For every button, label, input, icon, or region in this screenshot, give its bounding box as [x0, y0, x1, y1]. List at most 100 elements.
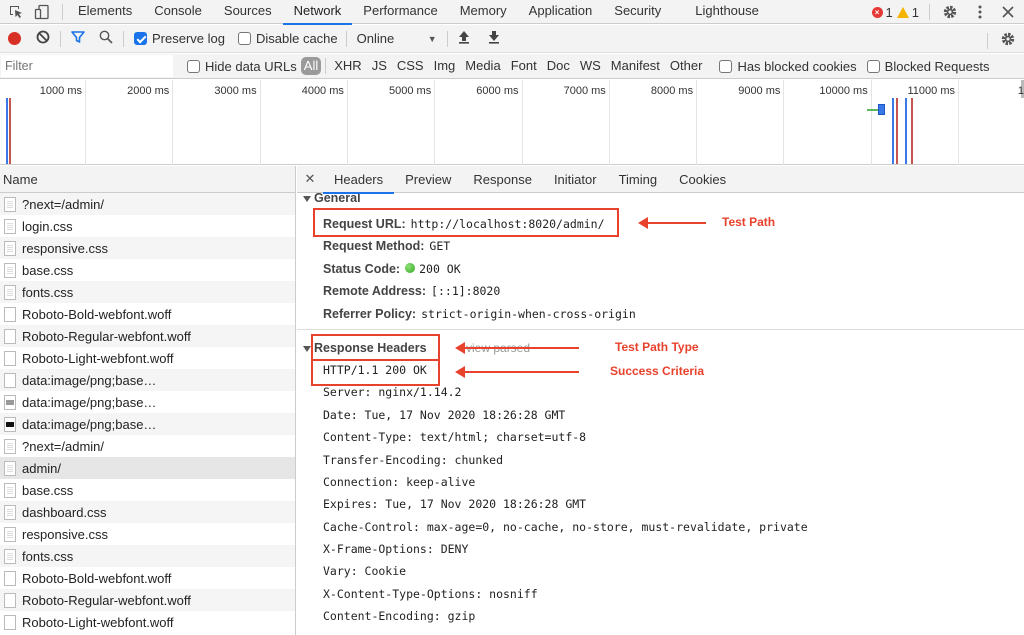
request-row[interactable]: Roboto-Regular-webfont.woff: [0, 589, 295, 611]
details-tab-response[interactable]: Response: [462, 166, 543, 193]
document-file-icon: [4, 526, 16, 542]
request-row[interactable]: base.css: [0, 479, 295, 501]
divider: [929, 4, 930, 20]
request-name: base.css: [22, 482, 74, 498]
request-row[interactable]: base.css: [0, 259, 295, 281]
request-row[interactable]: admin/: [0, 457, 295, 479]
tab-security[interactable]: Security: [603, 0, 672, 24]
type-filter-manifest[interactable]: Manifest: [606, 57, 665, 75]
request-row[interactable]: data:image/png;base…: [0, 413, 295, 435]
type-filter-ws[interactable]: WS: [575, 57, 606, 75]
type-filter-all[interactable]: All: [300, 57, 322, 75]
general-section-header[interactable]: General: [297, 192, 1024, 205]
divider: [123, 30, 124, 47]
divider: [987, 32, 988, 49]
filter-icon[interactable]: [71, 30, 85, 47]
has-blocked-cookies-checkbox[interactable]: [719, 59, 733, 73]
type-filter-other[interactable]: Other: [665, 57, 708, 75]
blocked-requests-checkbox[interactable]: [866, 59, 880, 73]
request-row[interactable]: fonts.css: [0, 281, 295, 303]
warning-count[interactable]: 1: [912, 5, 919, 20]
timeline-gridline: [958, 80, 959, 165]
request-row[interactable]: Roboto-Regular-webfont.woff: [0, 325, 295, 347]
timeline-tick-label: 6000 ms: [476, 85, 519, 97]
type-filter-font[interactable]: Font: [506, 57, 542, 75]
response-header-text: Transfer-Encoding: chunked: [323, 452, 504, 467]
export-har-icon[interactable]: [488, 30, 500, 47]
type-filter-css[interactable]: CSS: [392, 57, 429, 75]
type-filter-doc[interactable]: Doc: [542, 57, 575, 75]
request-row[interactable]: login.css: [0, 215, 295, 237]
column-header-name[interactable]: Name: [0, 166, 295, 193]
tab-memory[interactable]: Memory: [449, 0, 518, 24]
disable-cache-checkbox[interactable]: [237, 32, 251, 45]
request-row[interactable]: responsive.css: [0, 523, 295, 545]
kebab-menu-icon[interactable]: [970, 2, 990, 22]
gear-icon[interactable]: [940, 2, 960, 22]
tab-console[interactable]: Console: [143, 0, 213, 24]
timeline-overview[interactable]: 1000 ms 2000 ms 3000 ms 4000 ms 5000 ms 6000 …: [0, 80, 1024, 165]
request-row[interactable]: data:image/png;base…: [0, 391, 295, 413]
request-row[interactable]: Roboto-Light-webfont.woff: [0, 611, 295, 633]
details-tab-timing[interactable]: Timing: [608, 166, 669, 193]
throttling-value: Online: [356, 31, 395, 46]
request-row[interactable]: Roboto-Light-webfont.woff: [0, 347, 295, 369]
response-header-text: Connection: keep-alive: [323, 474, 476, 489]
details-tab-preview[interactable]: Preview: [394, 166, 462, 193]
preserve-log-checkbox[interactable]: [134, 32, 147, 45]
disable-cache-label[interactable]: Disable cache: [256, 31, 338, 46]
close-icon[interactable]: ✕: [297, 171, 323, 187]
clear-icon[interactable]: [36, 30, 50, 47]
import-har-icon[interactable]: [458, 30, 470, 47]
throttling-select[interactable]: Online ▼: [357, 31, 437, 46]
file-icon: [4, 614, 16, 630]
request-name: Roboto-Light-webfont.woff: [22, 614, 174, 630]
request-name: fonts.css: [22, 284, 74, 300]
timeline-tick-label: 11000 ms: [907, 85, 956, 97]
has-blocked-cookies-label[interactable]: Has blocked cookies: [737, 59, 856, 74]
document-file-icon: [4, 218, 16, 234]
request-row[interactable]: fonts.css: [0, 545, 295, 567]
request-waterfall-bar: [878, 104, 885, 115]
warning-icon[interactable]: [896, 6, 909, 18]
tab-performance[interactable]: Performance: [352, 0, 448, 24]
filter-input[interactable]: [1, 55, 173, 77]
response-header-row: Cache-Control: max-age=0, no-cache, no-s…: [297, 516, 1024, 538]
type-filter-media[interactable]: Media: [460, 57, 505, 75]
hide-data-urls-label[interactable]: Hide data URLs: [205, 59, 297, 74]
details-tab-cookies[interactable]: Cookies: [668, 166, 737, 193]
tab-lighthouse[interactable]: Lighthouse: [684, 0, 770, 24]
tab-elements[interactable]: Elements: [67, 0, 143, 24]
tab-application[interactable]: Application: [518, 0, 604, 24]
inspect-element-icon[interactable]: [6, 2, 26, 22]
remote-address-row: Remote Address: [::1]:8020: [297, 280, 1024, 302]
gear-icon[interactable]: [1000, 31, 1016, 50]
type-filter-img[interactable]: Img: [429, 57, 461, 75]
request-row[interactable]: data:image/png;base…: [0, 369, 295, 391]
tab-network[interactable]: Network: [282, 0, 353, 25]
error-icon[interactable]: ×: [871, 6, 883, 18]
timeline-gridline: [870, 80, 872, 165]
type-filter-js[interactable]: JS: [367, 57, 392, 75]
preserve-log-label[interactable]: Preserve log: [152, 31, 225, 46]
image-file-icon: [4, 394, 16, 410]
record-icon[interactable]: [8, 32, 21, 45]
request-name: ?next=/admin/: [22, 438, 105, 454]
request-row[interactable]: dashboard.css: [0, 501, 295, 523]
tab-sources[interactable]: Sources: [213, 0, 283, 24]
details-tab-headers[interactable]: Headers: [323, 166, 395, 194]
error-count[interactable]: 1: [886, 5, 893, 20]
request-row[interactable]: Roboto-Bold-webfont.woff: [0, 303, 295, 325]
close-icon[interactable]: [998, 2, 1018, 22]
request-row[interactable]: Roboto-Bold-webfont.woff: [0, 567, 295, 589]
device-toolbar-icon[interactable]: [32, 2, 52, 22]
request-row[interactable]: ?next=/admin/: [0, 193, 295, 215]
details-tab-initiator[interactable]: Initiator: [543, 166, 608, 193]
hide-data-urls-checkbox[interactable]: [187, 59, 200, 73]
divider: [325, 58, 327, 74]
request-row[interactable]: ?next=/admin/: [0, 435, 295, 457]
search-icon[interactable]: [99, 30, 113, 47]
request-row[interactable]: responsive.css: [0, 237, 295, 259]
blocked-requests-label[interactable]: Blocked Requests: [885, 59, 990, 74]
type-filter-xhr[interactable]: XHR: [329, 57, 366, 75]
